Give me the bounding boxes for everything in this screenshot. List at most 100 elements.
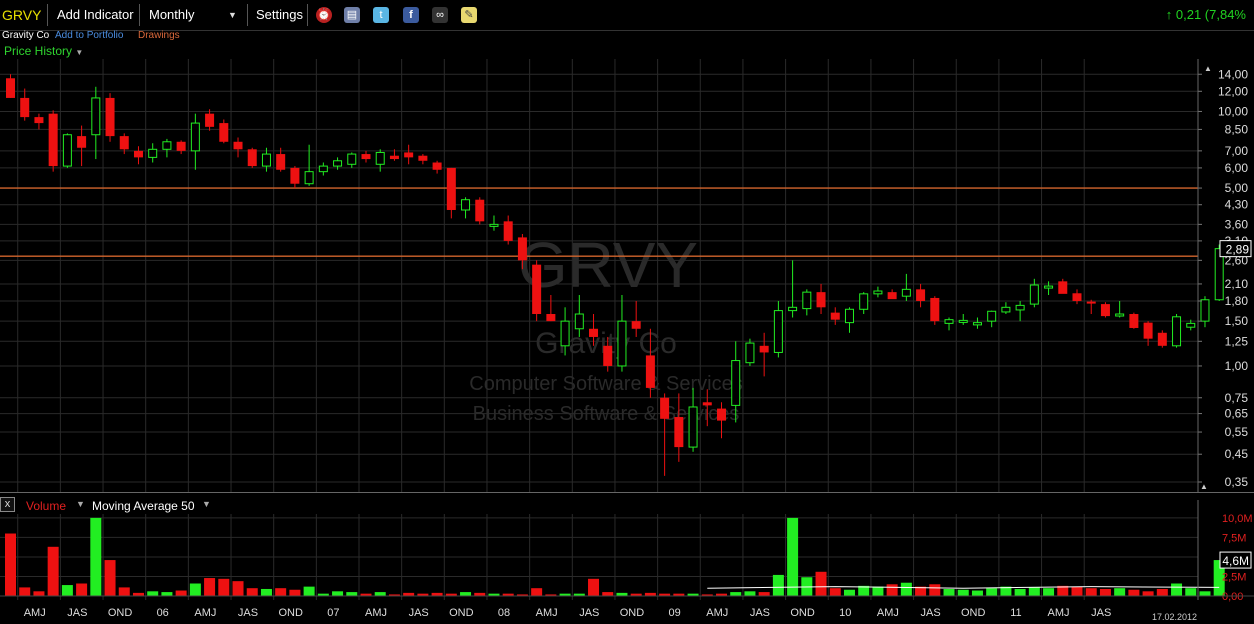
- volume-bar: [787, 517, 799, 596]
- price-tick-label: 0,65: [1225, 407, 1249, 421]
- candle-body-up: [773, 310, 783, 353]
- time-tick-label: JAS: [67, 607, 87, 619]
- moving-average-50-line: [707, 586, 1220, 589]
- current-date: 17.02.2012: [1152, 612, 1198, 622]
- add-indicator-button[interactable]: Add Indicator: [57, 0, 134, 30]
- price-history-dropdown[interactable]: Price History ▼: [4, 44, 83, 58]
- volume-bar: [730, 592, 742, 596]
- time-tick-label: 08: [498, 607, 510, 619]
- candle-body-down: [517, 237, 527, 261]
- volume-bar: [332, 591, 344, 596]
- candle-body-up: [304, 171, 314, 185]
- settings-button[interactable]: Settings: [256, 0, 303, 30]
- add-to-portfolio-link[interactable]: Add to Portfolio: [55, 30, 123, 41]
- price-tick-label: 1,50: [1225, 314, 1249, 328]
- twitter-icon[interactable]: t: [373, 7, 389, 23]
- candle-body-up: [318, 165, 328, 173]
- candle-body-up: [148, 148, 158, 158]
- note-icon[interactable]: ✎: [461, 7, 477, 23]
- candle-body-down: [233, 141, 243, 150]
- price-change-value: 0,21 (7,84%: [1175, 7, 1246, 22]
- price-tick-label: 1,80: [1225, 294, 1249, 308]
- scroll-down-icon: ▲: [1200, 482, 1208, 491]
- candle-body-up: [1029, 284, 1039, 305]
- candle-body-up: [688, 406, 698, 448]
- price-tick-label: 0,45: [1225, 447, 1249, 461]
- price-chart[interactable]: GRVY Gravity Co Computer Software & Serv…: [0, 59, 1254, 492]
- time-tick-label: 09: [668, 607, 680, 619]
- candle-body-up: [1115, 313, 1125, 317]
- candle-body-down: [475, 199, 485, 222]
- volume-bar: [1043, 588, 1055, 596]
- price-tick-label: 6,00: [1225, 161, 1249, 175]
- drawings-link[interactable]: Drawings: [138, 30, 180, 41]
- candle-body-down: [589, 328, 599, 337]
- time-tick-label: JAS: [1091, 607, 1111, 619]
- candle-body-up: [62, 134, 72, 167]
- portfolio-icon[interactable]: ▤: [344, 7, 360, 23]
- volume-bar: [460, 592, 472, 596]
- candle-body-down: [404, 152, 414, 158]
- candle-body-down: [105, 97, 115, 137]
- candle-body-down: [887, 292, 897, 300]
- facebook-icon[interactable]: f: [403, 7, 419, 23]
- period-select[interactable]: Monthly: [149, 0, 195, 30]
- chevron-down-icon: ▼: [75, 48, 84, 57]
- watermark-industry: Business Software & Services: [473, 403, 740, 425]
- candle-body-down: [432, 162, 442, 170]
- volume-tick-label: 0,00: [1222, 591, 1243, 603]
- panel-divider[interactable]: [0, 492, 1254, 493]
- volume-bar: [588, 578, 600, 596]
- ticker-symbol[interactable]: GRVY: [2, 0, 41, 30]
- candle-body-down: [816, 292, 826, 308]
- volume-bar: [1114, 588, 1126, 596]
- candle-body-up: [1186, 322, 1196, 328]
- candle-body-up: [972, 322, 982, 326]
- chevron-down-icon[interactable]: ▼: [228, 0, 237, 30]
- candle-body-down: [446, 167, 456, 210]
- toolbar-divider: [139, 4, 140, 26]
- volume-bar: [1156, 588, 1168, 596]
- candle-body-up: [333, 160, 343, 167]
- time-tick-label: AMJ: [536, 607, 558, 619]
- volume-bar: [971, 590, 983, 596]
- toolbar-divider: [47, 4, 48, 26]
- candle-body-up: [1200, 299, 1210, 322]
- last-volume-label: 4,6M: [1222, 554, 1249, 568]
- candle-body-down: [1129, 314, 1139, 328]
- candle-body-up: [461, 199, 471, 211]
- candle-body-down: [1143, 322, 1153, 339]
- candle-body-down: [1086, 301, 1096, 304]
- volume-bar: [829, 588, 841, 596]
- candle-body-down: [916, 289, 926, 301]
- candle-body-up: [261, 153, 271, 167]
- candle-body-down: [603, 345, 613, 366]
- candle-body-up: [162, 141, 172, 150]
- moving-average-line: [707, 586, 1220, 589]
- candle-body-down: [418, 155, 428, 161]
- time-tick-label: AMJ: [365, 607, 387, 619]
- time-tick-label: OND: [278, 607, 303, 619]
- price-tick-label: 5,00: [1225, 181, 1249, 195]
- candle-body-up: [347, 153, 357, 165]
- candle-body-up: [1001, 306, 1011, 313]
- volume-bar: [47, 546, 59, 596]
- time-tick-label: 06: [157, 607, 169, 619]
- candle-body-up: [987, 310, 997, 322]
- volume-bar: [1199, 591, 1211, 596]
- time-tick-label: AMJ: [24, 607, 46, 619]
- volume-bar: [758, 592, 770, 596]
- volume-bar: [929, 584, 941, 596]
- volume-bar: [900, 582, 912, 596]
- candle-body-down: [532, 264, 542, 315]
- binoculars-icon[interactable]: ∞: [432, 7, 448, 23]
- watermark-ticker: GRVY: [518, 229, 698, 301]
- volume-chart[interactable]: 10,0M7,5M5,0M2,5M0,004,6M AMJJASOND06AMJ…: [0, 500, 1254, 624]
- candle-body-down: [48, 113, 58, 167]
- volume-bar: [147, 591, 159, 596]
- volume-bar: [275, 588, 287, 596]
- candle-body-down: [546, 314, 556, 322]
- candle-body-down: [1100, 304, 1110, 317]
- alarm-clock-icon[interactable]: ⏰: [316, 7, 332, 23]
- candle-body-up: [1044, 285, 1054, 289]
